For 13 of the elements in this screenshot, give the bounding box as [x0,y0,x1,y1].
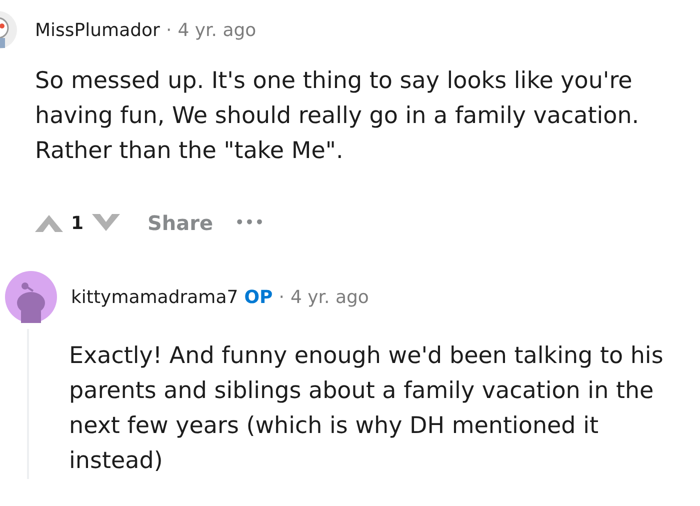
comment-text: Exactly! And funny enough we'd been talking to his parents and siblings about a family vacation in the next few years (which is why DH mentioned it instead) [69,342,664,476]
share-button[interactable]: Share [140,207,222,239]
avatar-icon [5,271,57,323]
more-button[interactable]: ••• [231,211,269,235]
comment-text: So messed up. It's one thing to say looks like you're having fun, We should really go in a family vacation. Rather than the "take Me". [35,67,640,166]
separator-dot: · [166,20,172,40]
username[interactable]: MissPlumador [35,20,160,40]
separator-dot: · [278,286,284,308]
timestamp[interactable]: 4 yr. ago [178,20,256,40]
vote-count: 1 [71,212,84,234]
username[interactable]: kittymamadrama7 [71,286,238,308]
op-label: OP [244,286,273,308]
timestamp[interactable]: 4 yr. ago [290,286,369,308]
